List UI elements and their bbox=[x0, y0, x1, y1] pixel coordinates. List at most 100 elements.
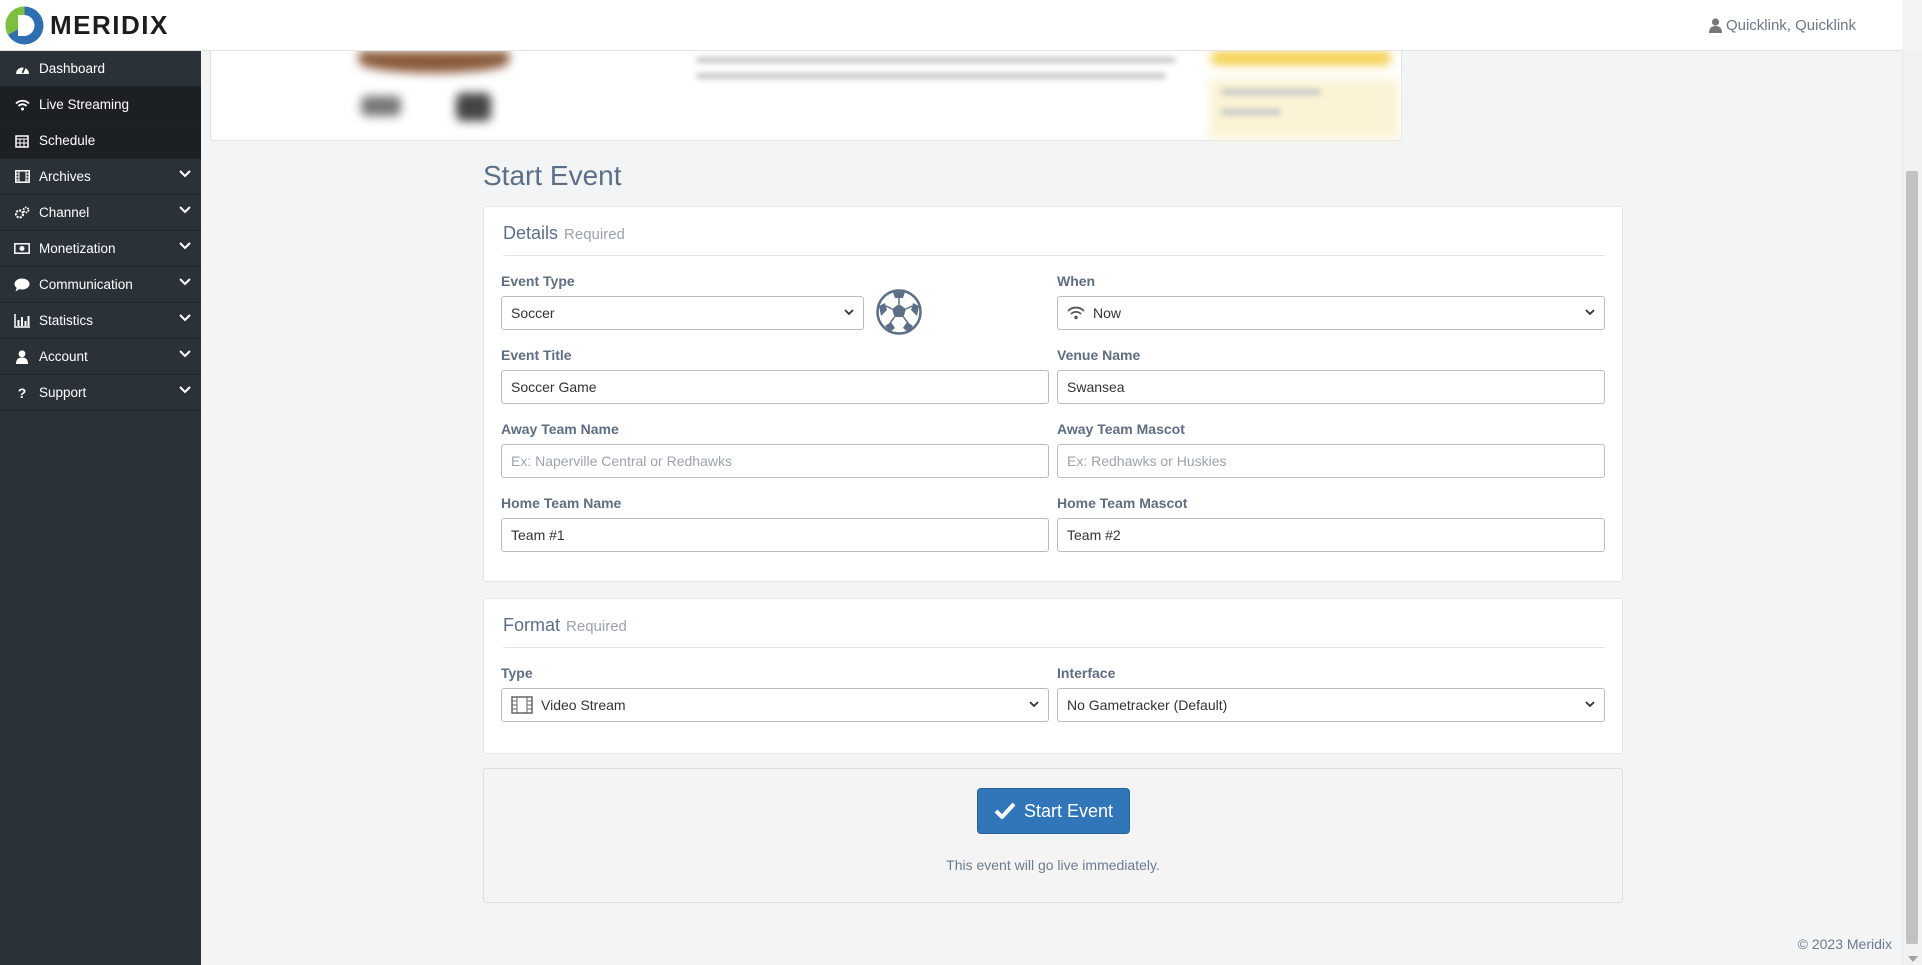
chevron-down-icon bbox=[179, 386, 191, 394]
calendar-icon bbox=[14, 133, 30, 149]
sidebar-item-account[interactable]: Account bbox=[0, 339, 201, 375]
chevron-down-icon bbox=[1029, 701, 1039, 708]
promo-text bbox=[1221, 89, 1321, 95]
soccer-ball-icon bbox=[876, 289, 922, 340]
sidebar-item-label: Channel bbox=[39, 205, 90, 220]
sidebar-item-label: Monetization bbox=[39, 241, 116, 256]
chevron-down-icon bbox=[179, 206, 191, 214]
away-team-name-input[interactable]: Ex: Naperville Central or Redhawks bbox=[501, 444, 1049, 478]
sidebar: Dashboard Live Streaming Schedule Archiv… bbox=[0, 51, 201, 965]
chevron-down-icon bbox=[1585, 701, 1595, 708]
start-event-label: Start Event bbox=[1023, 800, 1114, 821]
event-type-select[interactable]: Soccer bbox=[501, 296, 864, 330]
question-icon: ? bbox=[17, 384, 27, 401]
away-team-name-placeholder: Ex: Naperville Central or Redhawks bbox=[511, 453, 732, 469]
when-label: When bbox=[1057, 273, 1096, 289]
format-type-select[interactable]: Video Stream bbox=[501, 688, 1049, 722]
format-header: Format Required bbox=[503, 599, 1605, 648]
chevron-down-icon bbox=[1585, 309, 1595, 316]
user-icon bbox=[1708, 18, 1722, 33]
scroll-down-icon[interactable] bbox=[1908, 956, 1918, 962]
details-header: Details Required bbox=[503, 207, 1605, 256]
details-title: Details bbox=[503, 223, 559, 243]
away-team-mascot-placeholder: Ex: Redhawks or Huskies bbox=[1067, 453, 1227, 469]
promo-text bbox=[696, 57, 1176, 63]
user-name: Quicklink, Quicklink bbox=[1725, 17, 1856, 34]
away-team-mascot-label: Away Team Mascot bbox=[1057, 421, 1185, 437]
sidebar-item-label: Archives bbox=[39, 169, 91, 184]
interface-value: No Gametracker (Default) bbox=[1067, 697, 1228, 713]
away-team-name-label: Away Team Name bbox=[501, 421, 619, 437]
format-title: Format bbox=[503, 615, 561, 635]
venue-name-input[interactable]: Swansea bbox=[1057, 370, 1605, 404]
live-hint: This event will go live immediately. bbox=[946, 857, 1160, 873]
details-required: Required bbox=[564, 226, 625, 243]
chevron-down-icon bbox=[179, 242, 191, 250]
event-title-value: Soccer Game bbox=[511, 379, 597, 395]
sidebar-item-live-streaming[interactable]: Live Streaming bbox=[0, 87, 201, 123]
home-team-mascot-label: Home Team Mascot bbox=[1057, 495, 1188, 511]
meridix-logo-icon bbox=[5, 6, 44, 45]
sidebar-item-channel[interactable]: Channel bbox=[0, 195, 201, 231]
sidebar-item-label: Communication bbox=[39, 277, 133, 292]
home-team-name-input[interactable]: Team #1 bbox=[501, 518, 1049, 552]
when-value: Now bbox=[1093, 305, 1122, 321]
event-type-value: Soccer bbox=[511, 305, 555, 321]
brand-logo[interactable]: MERIDIX bbox=[5, 6, 169, 45]
format-required: Required bbox=[566, 618, 627, 635]
money-icon bbox=[14, 241, 30, 257]
dashboard-icon bbox=[14, 61, 30, 77]
actions-panel: Start Event This event will go live imme… bbox=[483, 768, 1623, 903]
sidebar-item-archives[interactable]: Archives bbox=[0, 159, 201, 195]
wifi-icon bbox=[14, 97, 30, 113]
start-event-button[interactable]: Start Event bbox=[977, 788, 1130, 834]
page-scrollbar[interactable] bbox=[1902, 51, 1922, 965]
sidebar-item-label: Support bbox=[39, 385, 87, 400]
comment-icon bbox=[14, 277, 30, 293]
sidebar-item-label: Statistics bbox=[39, 313, 94, 328]
chevron-down-icon bbox=[179, 314, 191, 322]
home-team-mascot-value: Team #2 bbox=[1067, 527, 1121, 543]
sidebar-item-statistics[interactable]: Statistics bbox=[0, 303, 201, 339]
format-type-value: Video Stream bbox=[541, 697, 626, 713]
details-panel: Details Required Event Type Soccer When … bbox=[483, 206, 1623, 582]
user-menu[interactable]: Quicklink, Quicklink bbox=[1708, 17, 1856, 34]
sidebar-item-label: Account bbox=[39, 349, 88, 364]
sidebar-item-support[interactable]: ? Support bbox=[0, 375, 201, 411]
sidebar-item-label: Dashboard bbox=[39, 61, 106, 76]
promo-text bbox=[696, 73, 1166, 79]
sidebar-item-schedule[interactable]: Schedule bbox=[0, 123, 201, 159]
film-icon bbox=[511, 696, 533, 714]
check-icon bbox=[994, 802, 1016, 819]
top-bar: MERIDIX Quicklink, Quicklink bbox=[0, 0, 1902, 51]
chevron-down-icon bbox=[179, 350, 191, 358]
sidebar-item-communication[interactable]: Communication bbox=[0, 267, 201, 303]
when-select[interactable]: Now bbox=[1057, 296, 1605, 330]
footer-copyright: © 2023 Meridix bbox=[1797, 936, 1892, 952]
away-team-mascot-input[interactable]: Ex: Redhawks or Huskies bbox=[1057, 444, 1605, 478]
home-team-name-label: Home Team Name bbox=[501, 495, 622, 511]
interface-select[interactable]: No Gametracker (Default) bbox=[1057, 688, 1605, 722]
chevron-down-icon bbox=[179, 278, 191, 286]
user-icon bbox=[14, 349, 30, 365]
chevron-down-icon bbox=[844, 309, 854, 316]
scrollbar-thumb[interactable] bbox=[1906, 171, 1918, 944]
sidebar-item-label: Live Streaming bbox=[39, 97, 130, 112]
film-icon bbox=[14, 169, 30, 185]
event-title-input[interactable]: Soccer Game bbox=[501, 370, 1049, 404]
promo-card bbox=[210, 51, 1402, 141]
promo-thumb bbox=[361, 96, 401, 116]
sidebar-item-monetization[interactable]: Monetization bbox=[0, 231, 201, 267]
page-title: Start Event bbox=[483, 160, 622, 191]
format-type-label: Type bbox=[501, 665, 533, 681]
sidebar-item-label: Schedule bbox=[39, 133, 96, 148]
home-team-mascot-input[interactable]: Team #2 bbox=[1057, 518, 1605, 552]
venue-name-label: Venue Name bbox=[1057, 347, 1141, 363]
wifi-icon bbox=[1067, 306, 1085, 320]
home-team-name-value: Team #1 bbox=[511, 527, 565, 543]
gears-icon bbox=[14, 205, 30, 221]
sidebar-item-dashboard[interactable]: Dashboard bbox=[0, 51, 201, 87]
promo-banner[interactable] bbox=[210, 51, 1402, 151]
event-type-label: Event Type bbox=[501, 273, 575, 289]
format-panel: Format Required Type Video Stream Interf… bbox=[483, 598, 1623, 754]
